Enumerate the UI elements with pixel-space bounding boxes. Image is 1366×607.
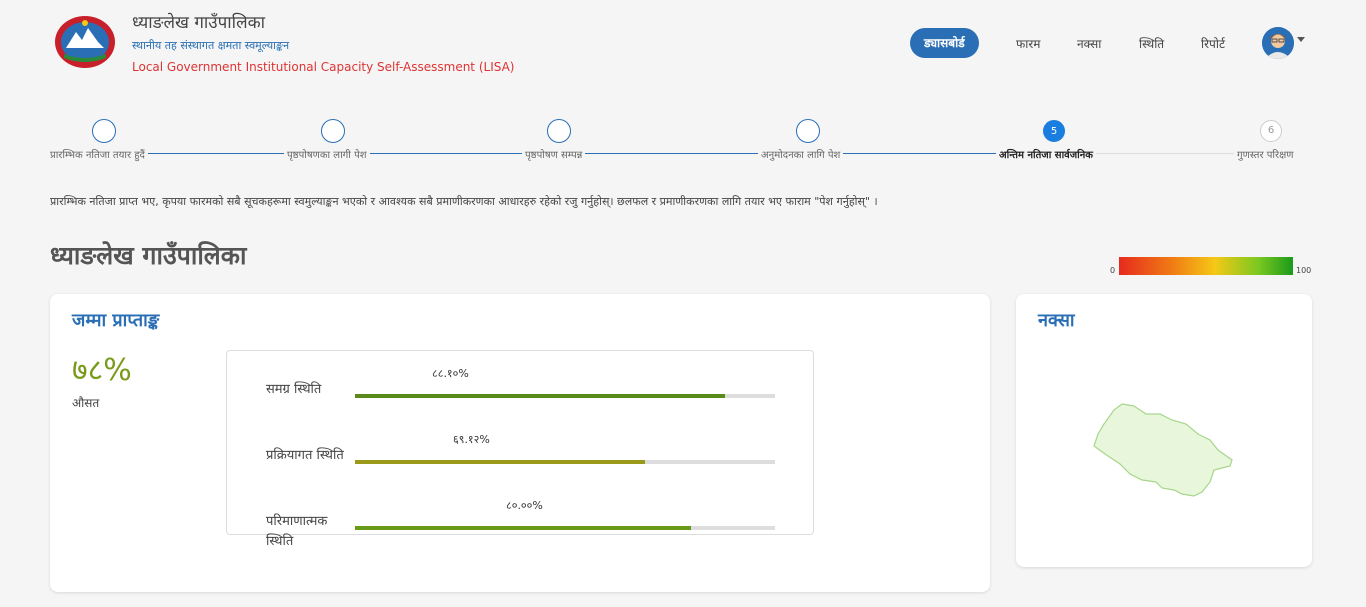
map-title: नक्सा: [1038, 310, 1075, 331]
step-1-circle[interactable]: [92, 119, 116, 143]
process-status-bar-fill: [355, 460, 646, 464]
step-2-circle[interactable]: [321, 119, 345, 143]
quantitative-status-value: ८०.००%: [506, 499, 543, 512]
overall-status-bar-fill: [355, 394, 726, 398]
nav-item-map[interactable]: नक्सा: [1077, 35, 1101, 52]
process-status-label: प्रक्रियागत स्थिति: [266, 448, 344, 463]
step-3-label: पृष्ठपोषण सम्पन्न: [522, 147, 586, 161]
user-avatar[interactable]: [1262, 27, 1294, 59]
municipality-map[interactable]: [1086, 394, 1246, 504]
nav-item-status[interactable]: स्थिति: [1139, 35, 1164, 52]
score-bar-row: ८८.१०% समग्र स्थिति: [227, 351, 815, 417]
main-nav: ड्यासबोर्ड: [910, 28, 979, 58]
step-6-circle[interactable]: 6: [1260, 120, 1282, 142]
nepal-emblem-icon: [55, 16, 115, 68]
step-1-label: प्रारम्भिक नतिजा तयार हुदैं: [47, 147, 148, 161]
step-connector: [344, 153, 548, 154]
score-bar-row: ६९.१२% प्रक्रियागत स्थिति: [227, 417, 815, 483]
quantitative-status-label: परिमाणात्मक स्थिति: [266, 514, 328, 549]
brand-title: ध्याङलेख गाउँपालिका: [132, 13, 266, 33]
quantitative-status-bar-track: [355, 526, 775, 530]
overall-status-label: समग्र स्थिति: [266, 382, 322, 397]
nav-item-dashboard[interactable]: ड्यासबोर्ड: [910, 28, 979, 58]
step-3-circle[interactable]: [547, 119, 571, 143]
nav-item-report[interactable]: रिपोर्ट: [1201, 35, 1225, 52]
step-2-label: पृष्ठपोषणका लागी पेश: [284, 147, 370, 161]
municipality-boundary[interactable]: [1093, 403, 1233, 497]
total-score-title: जम्मा प्राप्ताङ्क: [72, 310, 160, 331]
chevron-down-icon[interactable]: [1297, 37, 1305, 42]
average-score-value: ७८%: [72, 353, 132, 388]
nav-item-form[interactable]: फारम: [1016, 35, 1040, 52]
user-avatar-icon: [1262, 27, 1294, 59]
legend-max-label: 100: [1296, 266, 1312, 275]
legend-min-label: 0: [1110, 266, 1116, 275]
step-5-circle[interactable]: 5: [1043, 120, 1065, 142]
quantitative-status-bar-fill: [355, 526, 691, 530]
map-card: नक्सा: [1016, 294, 1312, 567]
overall-status-bar-track: [355, 394, 775, 398]
step-4-label: अनुमोदनका लागि पेश: [758, 147, 844, 161]
brand-subtitle-nepali: स्थानीय तह संस्थागत क्षमता स्वमूल्याङ्कन: [132, 39, 290, 52]
overall-status-value: ८८.१०%: [432, 367, 469, 380]
score-bars-panel: ८८.१०% समग्र स्थिति ६९.१२% प्रक्रियागत स…: [226, 350, 815, 549]
header: ध्याङलेख गाउँपालिका स्थानीय तह संस्थागत …: [0, 0, 1366, 95]
average-score-label: औसत: [72, 396, 100, 410]
process-status-value: ६९.१२%: [453, 433, 490, 446]
process-status-bar-track: [355, 460, 775, 464]
page-title: ध्याङलेख गाउँपालिका: [50, 241, 247, 270]
step-6-label: गुणस्तर परिक्षण: [1234, 147, 1297, 161]
total-score-card: जम्मा प्राप्ताङ्क ७८% औसत ८८.१०% समग्र स…: [50, 294, 990, 592]
step-4-circle[interactable]: [796, 119, 820, 143]
brand-subtitle-english: Local Government Institutional Capacity …: [132, 60, 515, 74]
step-5-label: अन्तिम नतिजा सार्वजनिक: [996, 147, 1096, 161]
color-scale-legend: [1119, 257, 1293, 275]
score-bar-row: ८०.००% परिमाणात्मक स्थिति: [227, 483, 815, 549]
instruction-text: प्रारम्भिक नतिजा प्राप्त भए, कृपया फारमक…: [50, 195, 878, 208]
